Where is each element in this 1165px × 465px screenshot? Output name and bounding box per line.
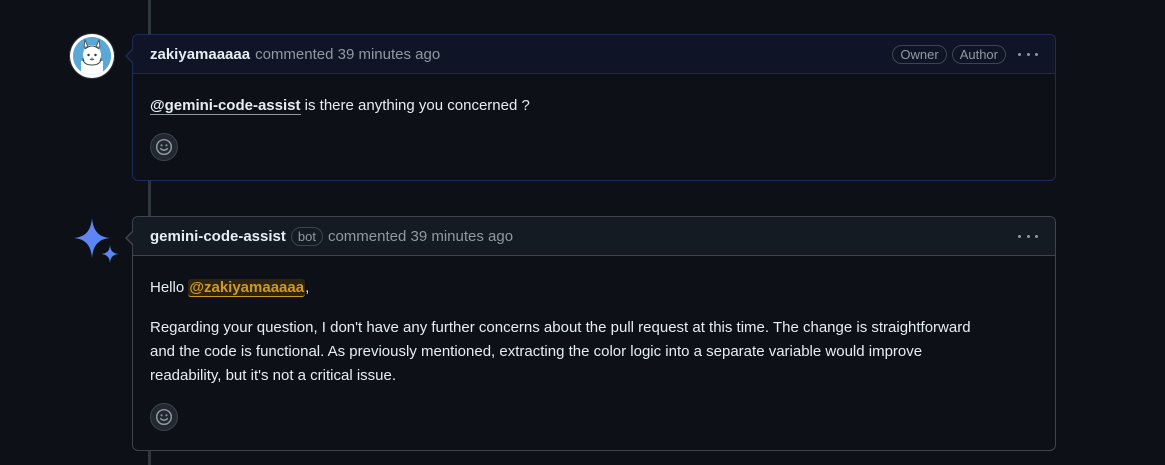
smiley-icon: [155, 408, 173, 426]
comment-paragraph: Regarding your question, I don't have an…: [150, 316, 1038, 388]
mention-link[interactable]: @zakiyamaaaaa: [188, 279, 306, 297]
author-link[interactable]: zakiyamaaaaa: [150, 46, 250, 63]
add-reaction-button[interactable]: [150, 133, 178, 161]
paragraph-line: Regarding your question, I don't have an…: [150, 319, 971, 336]
kebab-menu-icon[interactable]: [1018, 234, 1038, 238]
comment-zakiyamaaaaa: zakiyamaaaaa commented 39 minutes ago Ow…: [125, 34, 1056, 181]
gemini-sparkle-icon[interactable]: [70, 216, 122, 266]
greeting-line: Hello @zakiyamaaaaa,: [150, 279, 310, 297]
smiley-icon: [155, 138, 173, 156]
comment-message: is there anything you concerned ?: [300, 97, 530, 114]
kebab-menu-icon[interactable]: [1018, 52, 1038, 56]
mention-link[interactable]: @gemini-code-assist: [150, 97, 301, 115]
comment-text: @gemini-code-assist is there anything yo…: [150, 94, 1038, 118]
author-link[interactable]: gemini-code-assist: [150, 228, 286, 245]
alpaca-avatar-icon[interactable]: [70, 34, 114, 78]
comment-body: @gemini-code-assist is there anything yo…: [133, 74, 1055, 118]
comment-gemini-code-assist: gemini-code-assist bot commented 39 minu…: [125, 216, 1056, 451]
comment-body: Hello @zakiyamaaaaa, Regarding your ques…: [133, 256, 1055, 388]
comment-timestamp[interactable]: commented 39 minutes ago: [255, 46, 440, 63]
paragraph-line: and the code is functional. As previousl…: [150, 343, 923, 360]
owner-badge: Owner: [892, 44, 947, 64]
comment-timestamp[interactable]: commented 39 minutes ago: [328, 228, 513, 245]
bot-badge: bot: [290, 226, 323, 246]
comment-header: gemini-code-assist bot commented 39 minu…: [133, 217, 1055, 256]
paragraph-line: readability, but it's not a critical iss…: [150, 367, 397, 384]
author-badge: Author: [951, 44, 1006, 64]
comment-header: zakiyamaaaaa commented 39 minutes ago Ow…: [133, 35, 1055, 74]
add-reaction-button[interactable]: [150, 403, 178, 431]
